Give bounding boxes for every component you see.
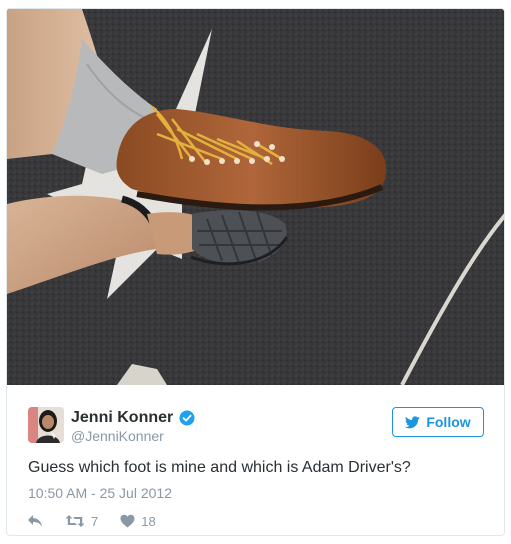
tweet-actions: 7 18: [27, 511, 178, 531]
retweet-icon: [65, 515, 85, 527]
like-button[interactable]: 18: [120, 513, 156, 529]
heart-icon: [120, 514, 135, 528]
tweet-timestamp[interactable]: 10:50 AM - 25 Jul 2012: [28, 485, 172, 501]
reply-icon: [28, 515, 42, 527]
tweet-photo[interactable]: [7, 9, 504, 385]
reply-button[interactable]: [27, 514, 43, 528]
author-handle[interactable]: @JenniKonner: [71, 428, 164, 444]
twitter-bird-icon: [405, 415, 421, 428]
tweet-body: Jenni Konner @JenniKonner Follow Guess w…: [7, 385, 504, 535]
retweet-button[interactable]: 7: [65, 514, 98, 529]
tweet-text: Guess which foot is mine and which is Ad…: [28, 459, 411, 476]
follow-button[interactable]: Follow: [392, 407, 484, 437]
author-name[interactable]: Jenni Konner: [71, 409, 195, 427]
avatar-image: [28, 407, 64, 443]
retweet-count: 7: [91, 513, 99, 529]
tweet-card: Jenni Konner @JenniKonner Follow Guess w…: [6, 8, 505, 536]
author-name-text: Jenni Konner: [71, 409, 174, 426]
follow-button-label: Follow: [426, 414, 471, 430]
photo-feet-on-asphalt: [7, 9, 504, 385]
avatar[interactable]: [28, 407, 64, 443]
like-count: 18: [141, 513, 156, 529]
verified-badge-icon: [179, 410, 195, 426]
